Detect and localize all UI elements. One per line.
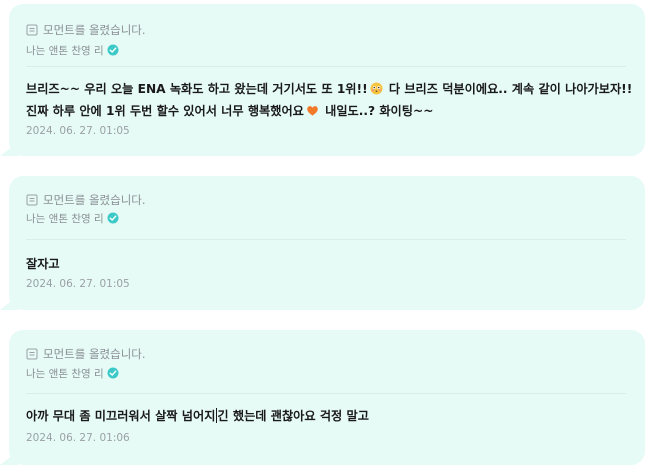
verified-badge-icon [107,212,119,224]
verified-badge-icon [107,367,119,379]
bubble-tail [0,451,18,465]
author-name[interactable]: 나는 앤톤 찬영 리 [26,211,104,226]
author-row: 나는 앤톤 찬영 리 [26,42,119,58]
moment-bubble-2: 모먼트를 올렸습니다. 나는 앤톤 찬영 리 잘자고 2024. 06. 27.… [0,176,645,310]
author-name[interactable]: 나는 앤톤 찬영 리 [26,43,104,58]
author-row: 나는 앤톤 찬영 리 [26,365,119,381]
moment-notice-text: 모먼트를 올렸습니다. [43,193,146,207]
timestamp: 2024. 06. 27. 01:06 [26,432,130,444]
bubble-tail [0,142,18,156]
moment-bubble-1: 모먼트를 올렸습니다. 나는 앤톤 찬영 리 브리즈~~ 우리 오늘 ENA 녹… [0,4,645,156]
timestamp: 2024. 06. 27. 01:05 [26,125,130,137]
divider [26,66,626,67]
moment-post-icon [26,194,38,206]
message-text: 내일도..? 화이팅~~ [320,104,434,118]
message-text: 진짜 하루 안에 1위 두번 할수 있어서 너무 행복했어요 [26,104,304,118]
moment-notice-text: 모먼트를 올렸습니다. [43,347,146,361]
divider [26,393,626,394]
bubble-tail [0,296,18,310]
divider [26,239,626,240]
moment-message[interactable]: 아까 무대 좀 미끄러워서 살짝 넘어지 긴 했는데 괜찮아요 걱정 말고 [26,405,369,427]
message-text: 긴 했는데 괜찮아요 걱정 말고 [217,409,369,423]
flushed-face-emoji-icon [370,82,383,95]
message-text: 다 브리즈 덕분이에요.. 계속 같이 나아가보자!! [384,82,633,96]
moment-message: 잘자고 [26,257,60,271]
message-text: 브리즈~~ 우리 오늘 ENA 녹화도 하고 왔는데 거기서도 또 1위!! [26,82,368,96]
author-name[interactable]: 나는 앤톤 찬영 리 [26,366,104,381]
moment-message: 브리즈~~ 우리 오늘 ENA 녹화도 하고 왔는데 거기서도 또 1위!! 다… [26,78,632,122]
moment-notice-row: 모먼트를 올렸습니다. [26,21,146,39]
moment-bubble-3: 모먼트를 올렸습니다. 나는 앤톤 찬영 리 아까 무대 좀 미끄러워서 살짝 … [0,330,645,465]
timestamp: 2024. 06. 27. 01:05 [26,278,130,290]
moment-post-icon [26,348,38,360]
moment-post-icon [26,24,38,36]
message-text: 아까 무대 좀 미끄러워서 살짝 넘어지 [26,409,216,423]
orange-heart-emoji-icon [307,106,318,116]
moment-notice-text: 모먼트를 올렸습니다. [43,23,146,37]
moment-notice-row: 모먼트를 올렸습니다. [26,191,146,209]
message-line-2: 진짜 하루 안에 1위 두번 할수 있어서 너무 행복했어요 내일도..? 화이… [26,100,632,122]
moment-notice-row: 모먼트를 올렸습니다. [26,345,146,363]
message-line-1: 브리즈~~ 우리 오늘 ENA 녹화도 하고 왔는데 거기서도 또 1위!! 다… [26,78,632,100]
verified-badge-icon [107,44,119,56]
author-row: 나는 앤톤 찬영 리 [26,210,119,226]
